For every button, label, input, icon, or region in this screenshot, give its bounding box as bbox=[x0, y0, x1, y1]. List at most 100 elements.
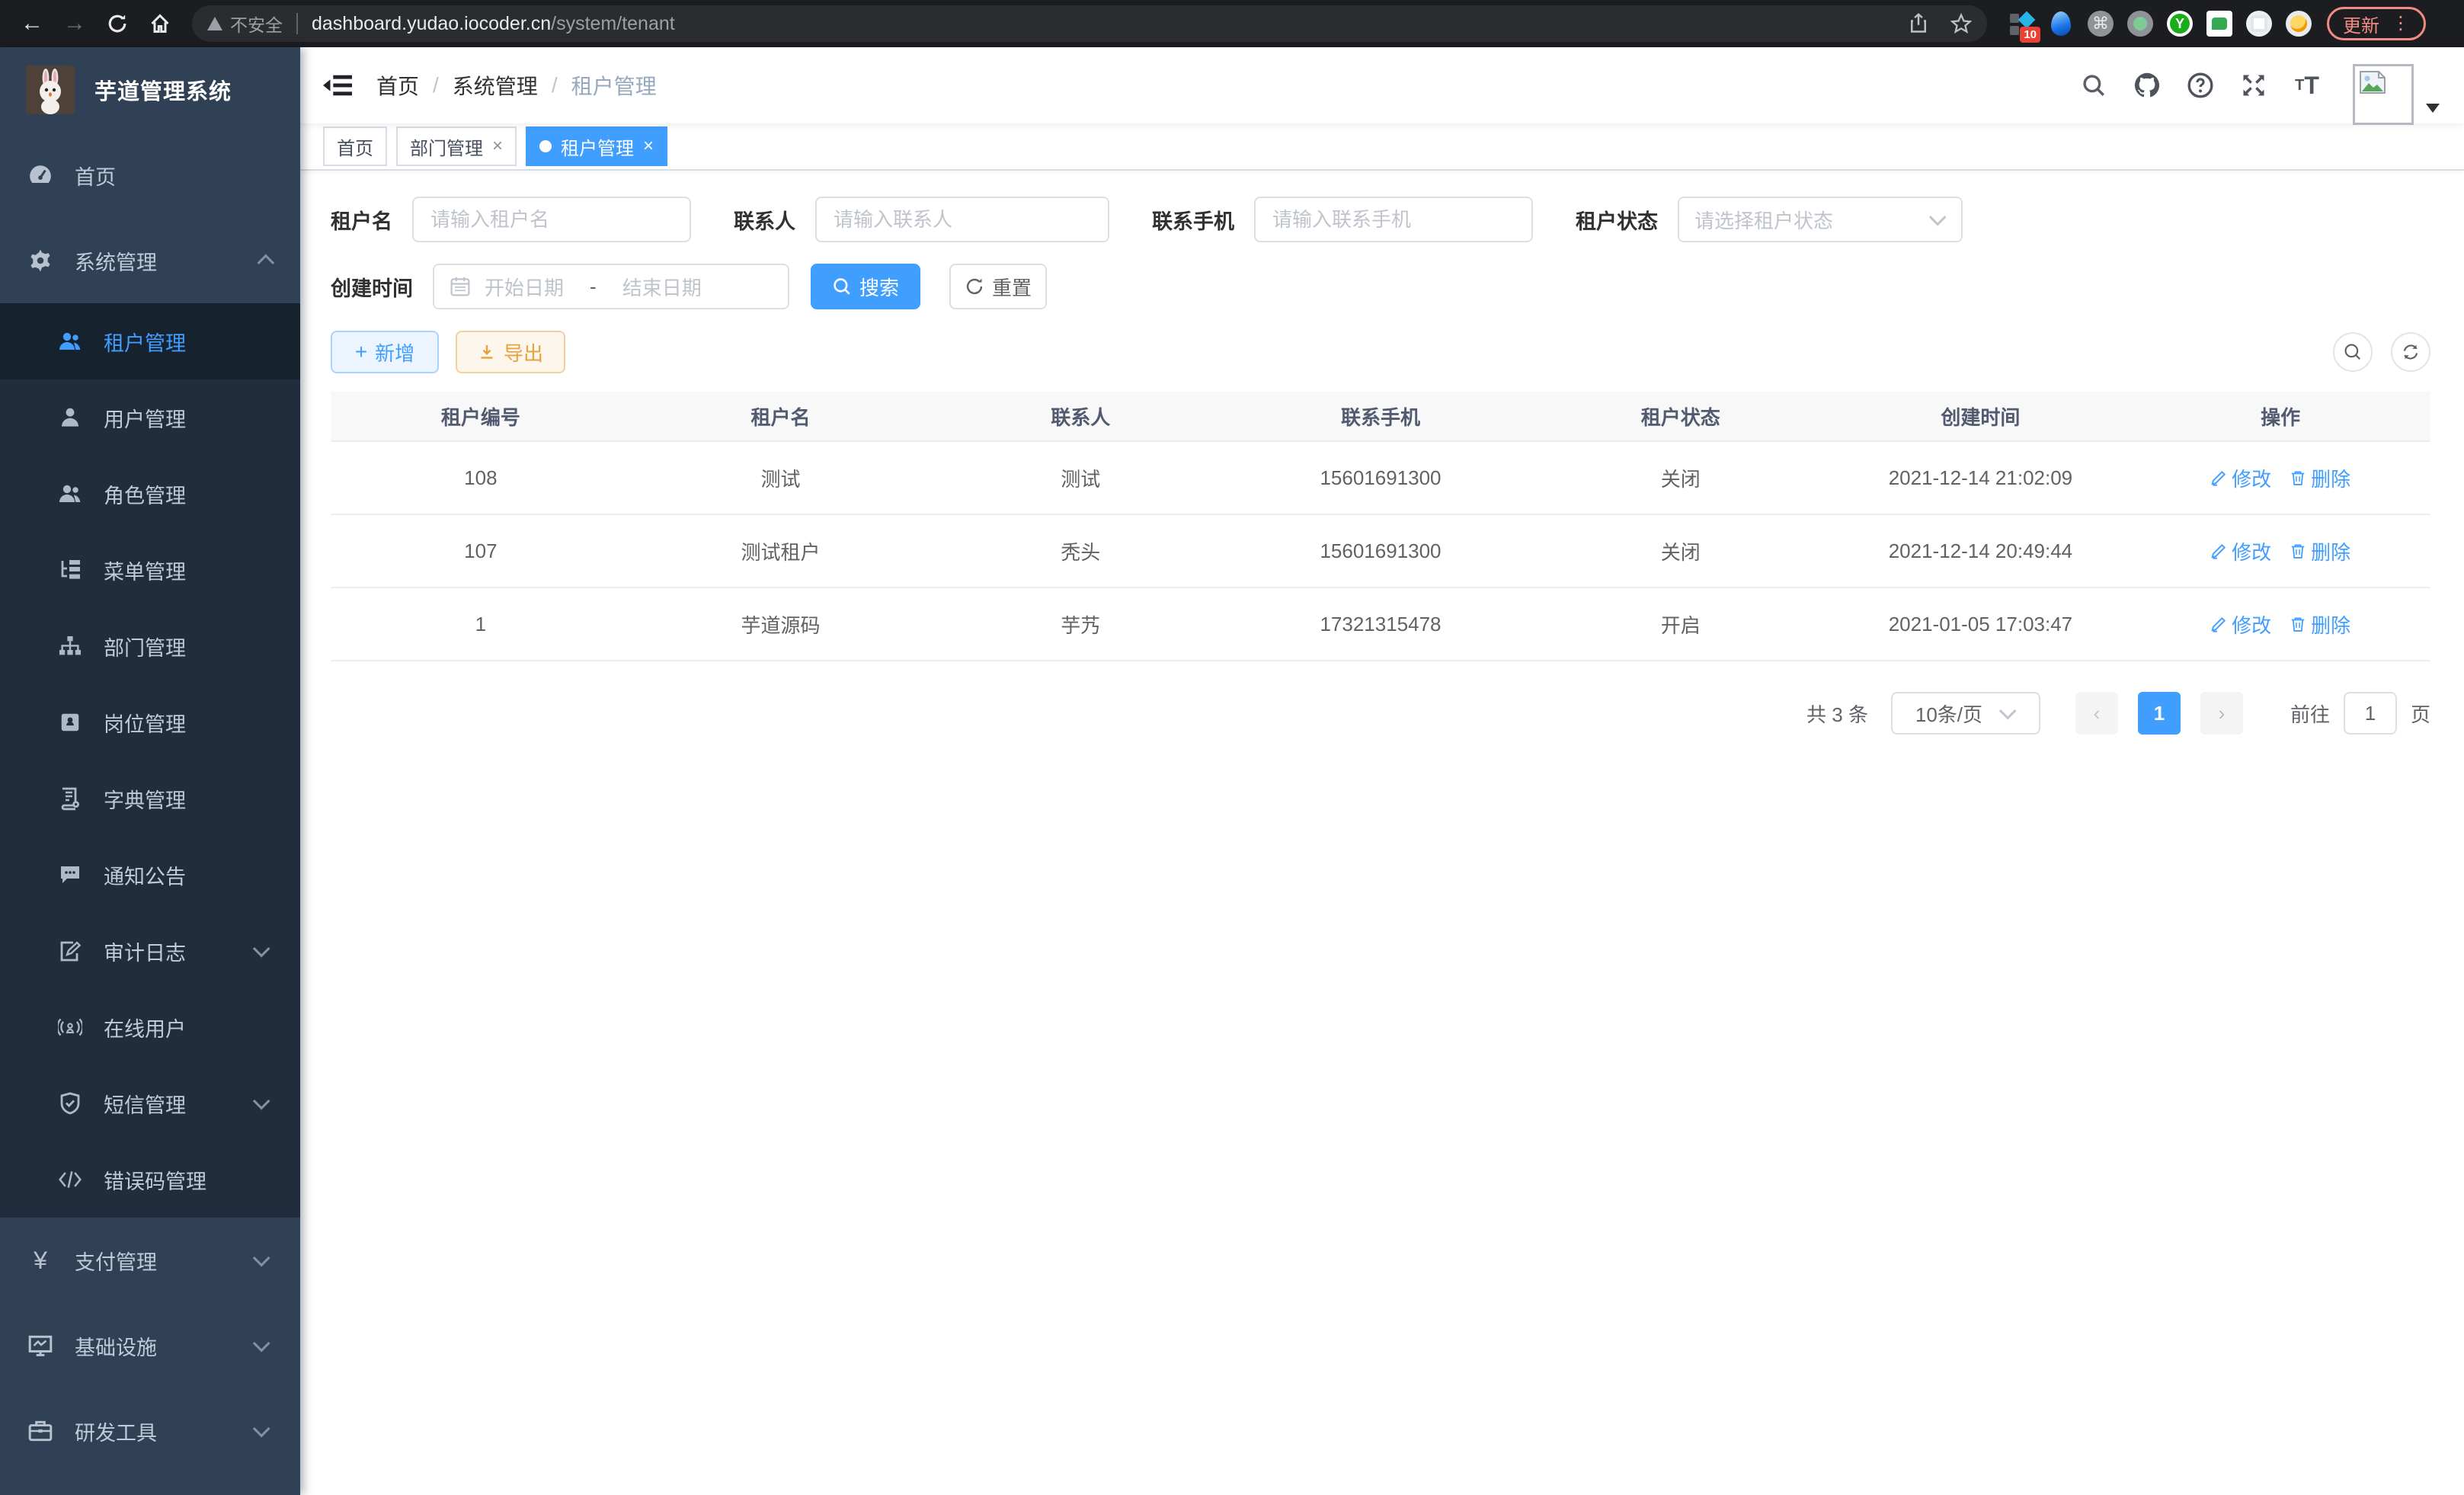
extension-emoji-icon[interactable] bbox=[2286, 11, 2312, 37]
browser-home-icon[interactable] bbox=[143, 7, 177, 40]
chevron-down-icon bbox=[1929, 209, 1947, 226]
breadcrumb-system[interactable]: 系统管理 bbox=[453, 70, 538, 101]
delete-link[interactable]: 删除 bbox=[2290, 610, 2350, 639]
reset-label: 重置 bbox=[992, 273, 1032, 301]
close-icon[interactable]: × bbox=[492, 136, 503, 157]
extension-grid-icon[interactable]: 10 bbox=[2008, 11, 2034, 37]
reset-button[interactable]: 重置 bbox=[949, 264, 1047, 309]
phone-input[interactable] bbox=[1254, 197, 1533, 242]
table-row: 107 测试租户 秃头 15601691300 关闭 2021-12-14 20… bbox=[331, 515, 2430, 588]
date-range-picker[interactable]: 开始日期 - 结束日期 bbox=[433, 264, 789, 309]
avatar[interactable] bbox=[2353, 64, 2414, 125]
tab-home[interactable]: 首页 bbox=[323, 126, 387, 166]
refresh-button[interactable] bbox=[2391, 332, 2430, 372]
trash-icon bbox=[2290, 469, 2306, 486]
sidebar-item-infra[interactable]: 基础设施 bbox=[0, 1303, 300, 1388]
chevron-down-icon bbox=[253, 940, 270, 958]
extension-puzzle-icon[interactable] bbox=[2246, 11, 2272, 37]
browser-forward-icon[interactable]: → bbox=[58, 7, 91, 40]
table-row: 1 芋道源码 芋艿 17321315478 开启 2021-01-05 17:0… bbox=[331, 588, 2430, 661]
sidebar-item-users[interactable]: 用户管理 bbox=[0, 379, 300, 456]
help-icon[interactable] bbox=[2187, 72, 2214, 99]
sidebar-collapse-icon[interactable] bbox=[323, 71, 352, 100]
sidebar-item-sms[interactable]: 短信管理 bbox=[0, 1065, 300, 1141]
sidebar-item-online-users[interactable]: 在线用户 bbox=[0, 989, 300, 1065]
sidebar-item-label: 在线用户 bbox=[104, 1013, 186, 1042]
sidebar-item-roles[interactable]: 角色管理 bbox=[0, 456, 300, 532]
devtools-briefcase-icon bbox=[27, 1418, 53, 1444]
browser-back-icon[interactable]: ← bbox=[15, 7, 49, 40]
date-end-placeholder[interactable]: 结束日期 bbox=[622, 273, 702, 301]
github-icon[interactable] bbox=[2133, 72, 2161, 99]
extension-command-icon[interactable]: ⌘ bbox=[2088, 11, 2114, 37]
edit-link[interactable]: 修改 bbox=[2210, 464, 2271, 492]
tab-departments[interactable]: 部门管理 × bbox=[396, 126, 517, 166]
sidebar-item-tenant[interactable]: 租户管理 bbox=[0, 303, 300, 379]
browser-update-button[interactable]: 更新 ⋮ bbox=[2327, 7, 2426, 40]
user-menu[interactable] bbox=[2353, 46, 2440, 125]
sidebar-item-departments[interactable]: 部门管理 bbox=[0, 608, 300, 684]
export-button[interactable]: 导出 bbox=[456, 331, 565, 373]
sidebar-item-audit-log[interactable]: 审计日志 bbox=[0, 913, 300, 989]
caret-down-icon bbox=[2426, 104, 2440, 113]
sidebar-item-error-codes[interactable]: 错误码管理 bbox=[0, 1141, 300, 1218]
breadcrumb-home[interactable]: 首页 bbox=[376, 70, 419, 101]
extension-record-icon[interactable] bbox=[2127, 11, 2153, 37]
page-number-1[interactable]: 1 bbox=[2138, 692, 2181, 735]
extension-balloon-icon[interactable] bbox=[2048, 11, 2074, 37]
cell-tenant-name: 芋道源码 bbox=[631, 610, 931, 639]
col-contact: 联系人 bbox=[930, 402, 1230, 431]
app-logo[interactable]: 芋道管理系统 bbox=[0, 47, 300, 133]
infra-monitor-icon bbox=[27, 1333, 53, 1359]
goto-page-input[interactable] bbox=[2344, 692, 2397, 735]
browser-reload-icon[interactable] bbox=[101, 7, 134, 40]
header-search-icon[interactable] bbox=[2080, 72, 2107, 99]
browser-menu-icon[interactable]: ⋮ bbox=[2392, 14, 2410, 33]
edit-link[interactable]: 修改 bbox=[2210, 537, 2271, 565]
address-bar[interactable]: 不安全 dashboard.yudao.iocoder.cn/system/te… bbox=[192, 5, 1987, 42]
fullscreen-icon[interactable] bbox=[2240, 72, 2267, 99]
dict-book-icon bbox=[58, 786, 82, 811]
next-page-button[interactable]: › bbox=[2200, 692, 2243, 735]
search-button[interactable]: 搜索 bbox=[811, 264, 920, 309]
calendar-icon bbox=[450, 276, 471, 297]
cell-phone: 15601691300 bbox=[1230, 539, 1531, 563]
delete-link[interactable]: 删除 bbox=[2290, 537, 2350, 565]
extension-chat-icon[interactable] bbox=[2206, 11, 2232, 37]
sidebar-item-label: 基础设施 bbox=[75, 1331, 157, 1361]
page-size-select[interactable]: 10条/页 bbox=[1891, 692, 2040, 735]
close-icon[interactable]: × bbox=[643, 136, 654, 157]
sidebar-item-label: 字典管理 bbox=[104, 784, 186, 814]
sidebar-item-label: 首页 bbox=[75, 161, 116, 190]
extension-y-icon[interactable] bbox=[2167, 11, 2193, 37]
sidebar-item-posts[interactable]: 岗位管理 bbox=[0, 684, 300, 760]
contact-input[interactable] bbox=[815, 197, 1109, 242]
toggle-search-button[interactable] bbox=[2333, 332, 2373, 372]
delete-link[interactable]: 删除 bbox=[2290, 464, 2350, 492]
tenant-name-input[interactable] bbox=[412, 197, 691, 242]
sidebar-item-devtools[interactable]: 研发工具 bbox=[0, 1388, 300, 1474]
sidebar-item-dict[interactable]: 字典管理 bbox=[0, 760, 300, 837]
status-select[interactable]: 请选择租户状态 bbox=[1678, 197, 1963, 242]
bookmark-star-icon[interactable] bbox=[1950, 13, 1972, 34]
prev-page-button[interactable]: ‹ bbox=[2075, 692, 2118, 735]
security-label: 不安全 bbox=[230, 11, 283, 37]
extensions-bar: 10 ⌘ bbox=[2008, 11, 2312, 37]
share-icon[interactable] bbox=[1908, 13, 1929, 34]
sidebar-item-menus[interactable]: 菜单管理 bbox=[0, 532, 300, 608]
sidebar-item-home[interactable]: 首页 bbox=[0, 133, 300, 218]
status-label: 租户状态 bbox=[1576, 205, 1658, 235]
sidebar-item-notice[interactable]: 通知公告 bbox=[0, 837, 300, 913]
add-button[interactable]: + 新增 bbox=[331, 331, 439, 373]
date-start-placeholder[interactable]: 开始日期 bbox=[485, 273, 564, 301]
sidebar-item-label: 支付管理 bbox=[75, 1246, 157, 1276]
url-text[interactable]: dashboard.yudao.iocoder.cn/system/tenant bbox=[312, 13, 675, 35]
tab-tenant[interactable]: 租户管理 × bbox=[526, 126, 667, 166]
edit-link[interactable]: 修改 bbox=[2210, 610, 2271, 639]
sidebar-item-system[interactable]: 系统管理 bbox=[0, 218, 300, 303]
font-size-icon[interactable]: TT bbox=[2293, 72, 2321, 99]
cell-tenant-id: 107 bbox=[331, 539, 631, 563]
security-chip[interactable]: 不安全 bbox=[207, 11, 283, 37]
cell-tenant-name: 测试租户 bbox=[631, 537, 931, 565]
sidebar-item-payment[interactable]: ¥ 支付管理 bbox=[0, 1218, 300, 1303]
